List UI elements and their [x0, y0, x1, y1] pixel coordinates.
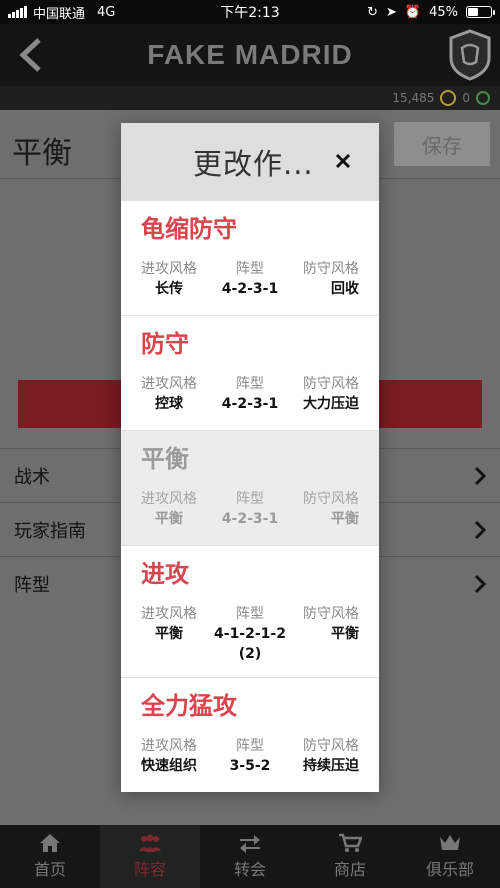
modal-header: 更改作... — [121, 123, 379, 200]
club-badge-button[interactable] — [446, 28, 494, 82]
attack-style-value: 快速组织 — [141, 758, 197, 774]
tactic-stats: 进攻风格平衡 阵型 4-2-3-1 防守风格平衡 — [141, 489, 359, 529]
change-tactics-modal: 更改作... 龟缩防守 进攻风格 长传 阵型 4-2-3-1 防守风格 回收 防守 进… — [121, 123, 379, 792]
close-icon — [335, 153, 351, 169]
page-title: 平衡 — [12, 136, 72, 171]
tactic-name: 龟缩防守 — [141, 215, 237, 243]
carrier-label: 中国联通 — [33, 6, 86, 22]
tactic-stats: 进攻风格快速组织 阵型 3-5-2 防守风格持续压迫 — [141, 736, 359, 776]
defense-style-value: 持续压迫 — [302, 758, 359, 774]
alarm-icon: ⏰ — [404, 4, 422, 20]
attack-style-value: 控球 — [155, 396, 183, 412]
nav-item-store[interactable]: 商店 — [300, 825, 400, 888]
nav-label: 阵容 — [133, 860, 166, 879]
defense-style-value: 平衡 — [331, 626, 359, 642]
points-icon — [476, 91, 490, 105]
tactic-name: 平衡 — [141, 445, 189, 473]
home-icon — [40, 834, 60, 852]
status-right: ↻ ➤ ⏰ 45% — [312, 4, 495, 20]
formation-label: 阵型 — [236, 261, 264, 277]
coin-balance: 15,485 — [392, 91, 435, 105]
defense-style-label: 防守风格 — [303, 261, 359, 277]
club-icon — [440, 835, 460, 850]
close-button[interactable] — [331, 149, 355, 173]
squad-icon — [139, 834, 161, 852]
tactic-name: 全力猛攻 — [141, 692, 237, 720]
battery-fill — [468, 8, 478, 16]
currency-bar: 15,485 0 — [0, 86, 500, 110]
status-time: 下午2:13 — [220, 5, 280, 21]
menu-item-label: 玩家指南 — [14, 520, 86, 542]
nav-item-squad[interactable]: 阵容 — [100, 825, 200, 888]
chevron-right-icon — [474, 466, 486, 485]
formation-label: 阵型 — [236, 606, 264, 622]
chevron-right-icon — [474, 574, 486, 593]
formation-value: 4-1-2-1-2 (2) — [214, 626, 286, 662]
modal-title: 更改作... — [193, 146, 314, 181]
tactic-name: 防守 — [141, 330, 189, 358]
defense-style-label: 防守风格 — [302, 738, 359, 754]
menu-item-label: 阵型 — [14, 574, 50, 596]
nav-label: 俱乐部 — [425, 860, 474, 879]
chevron-left-icon — [19, 38, 41, 72]
attack-style-label: 进攻风格 — [141, 261, 197, 277]
nav-item-home[interactable]: 首页 — [0, 825, 100, 888]
defense-style-label: 防守风格 — [303, 491, 359, 507]
defense-style-label: 防守风格 — [303, 606, 359, 622]
defense-style-value: 平衡 — [331, 511, 359, 527]
attack-style-label: 进攻风格 — [141, 738, 197, 754]
club-name: FAKE MADRID — [147, 39, 353, 70]
tactic-stats: 进攻风格平衡 阵型 4-1-2-1-2 (2) 防守风格平衡 — [141, 604, 359, 664]
formation-value: 4-2-3-1 — [221, 511, 279, 527]
defense-style-value: 大力压迫 — [303, 396, 359, 412]
attack-style-label: 进攻风格 — [141, 376, 197, 392]
cart-icon — [339, 833, 362, 852]
attack-style-value: 平衡 — [155, 511, 183, 527]
defense-style-label: 防守风格 — [303, 376, 359, 392]
menu-item-label: 战术 — [14, 466, 50, 488]
transfer-icon — [240, 835, 260, 853]
formation-label: 阵型 — [236, 376, 264, 392]
battery-percent: 45% — [429, 4, 458, 20]
attack-style-value: 长传 — [155, 281, 183, 297]
tactic-stats: 进攻风格长传 阵型 4-2-3-1 防守风格回收 — [141, 259, 359, 299]
network-label: 4G — [97, 4, 116, 20]
signal-icon — [8, 6, 27, 18]
chevron-right-icon — [474, 520, 486, 539]
app-header: FAKE MADRID — [0, 24, 500, 86]
nav-item-transfer[interactable]: 转会 — [200, 825, 300, 888]
attack-style-value: 平衡 — [155, 626, 183, 642]
formation-value: 4-2-3-1 — [221, 281, 279, 297]
attack-style-label: 进攻风格 — [141, 491, 197, 507]
status-bar: 中国联通 4G 下午2:13 ↻ ➤ ⏰ 45% — [0, 0, 500, 24]
nav-label: 商店 — [333, 860, 366, 879]
save-button[interactable]: 保存 — [394, 122, 490, 166]
formation-value: 3-5-2 — [229, 758, 271, 774]
tactic-option-all-out-attack[interactable]: 全力猛攻 进攻风格快速组织 阵型 3-5-2 防守风格持续压迫 — [121, 677, 379, 792]
formation-value: 4-2-3-1 — [221, 396, 279, 412]
nav-label: 首页 — [33, 860, 66, 879]
coin-icon — [440, 90, 457, 106]
tactic-option-park-the-bus[interactable]: 龟缩防守 进攻风格长传 阵型 4-2-3-1 防守风格回收 — [121, 200, 379, 315]
tactic-option-defensive[interactable]: 防守 进攻风格控球 阵型 4-2-3-1 防守风格大力压迫 — [121, 315, 379, 430]
formation-label: 阵型 — [235, 738, 264, 754]
tactic-option-balanced[interactable]: 平衡 进攻风格 平衡 阵型 4-2-3-1 防守风格 平衡 — [121, 430, 379, 545]
status-left: 中国联通 4G — [8, 3, 188, 22]
battery-icon — [466, 6, 495, 18]
club-badge-icon — [449, 29, 491, 81]
bottom-nav: 首页 阵容 转会 商店 俱乐部 — [0, 825, 500, 888]
attack-style-label: 进攻风格 — [141, 606, 197, 622]
nav-label: 转会 — [233, 860, 266, 879]
tactic-stats: 进攻风格控球 阵型 4-2-3-1 防守风格大力压迫 — [141, 374, 359, 414]
defense-style-value: 回收 — [331, 281, 359, 297]
back-button[interactable] — [10, 32, 50, 78]
tactic-name: 进攻 — [141, 560, 189, 588]
points-balance: 0 — [462, 91, 470, 105]
nav-item-club[interactable]: 俱乐部 — [400, 825, 500, 888]
rotation-lock-icon: ↻ — [367, 4, 378, 20]
tactic-option-attacking[interactable]: 进攻 进攻风格平衡 阵型 4-1-2-1-2 (2) 防守风格平衡 — [121, 545, 379, 677]
formation-label: 阵型 — [236, 491, 264, 507]
location-icon: ➤ — [386, 4, 397, 20]
